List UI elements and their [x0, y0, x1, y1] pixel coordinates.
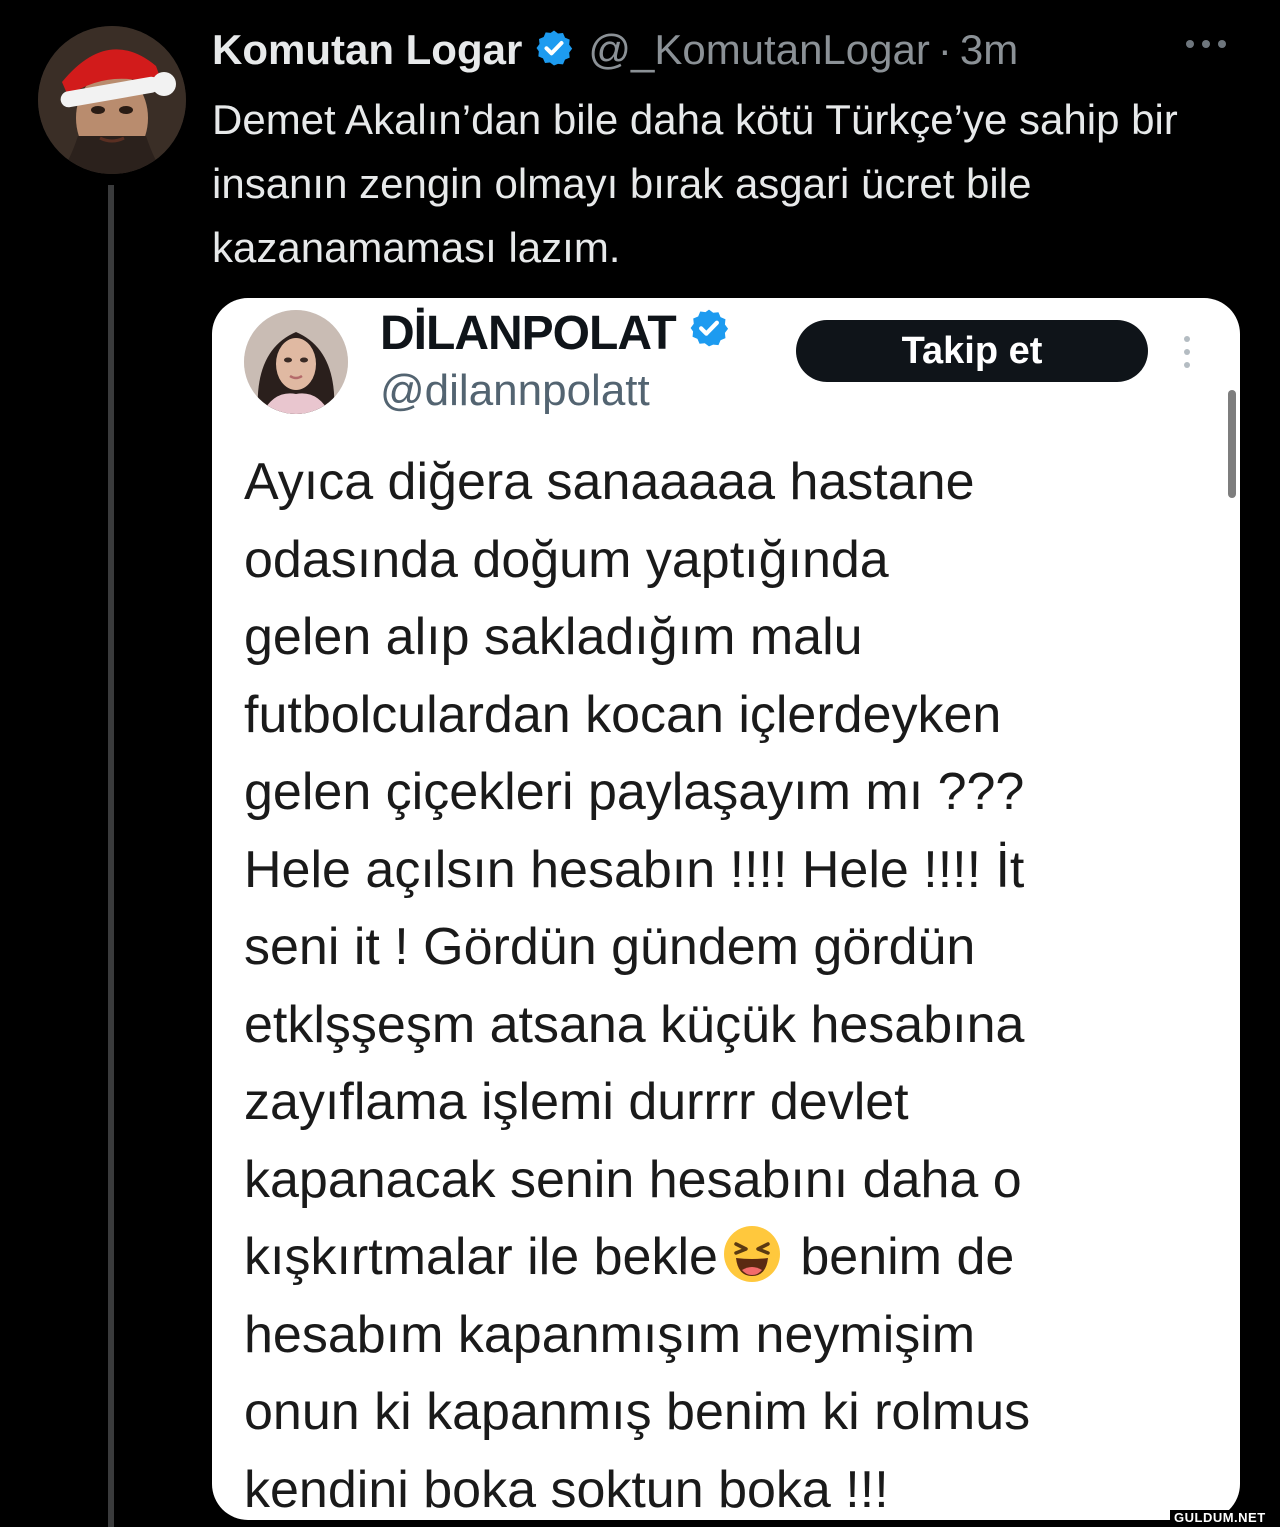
quoted-tweet-card[interactable]: DİLANPOLAT @dilannpolatt Takip et Ayıca … [212, 298, 1240, 1520]
timestamp[interactable]: 3m [960, 26, 1018, 74]
watermark: GULDUM.NET [1170, 1510, 1270, 1525]
tweet-header: Komutan Logar @_KomutanLogar · 3m [212, 22, 1018, 78]
quoted-author-avatar[interactable] [244, 310, 348, 414]
more-options-icon[interactable] [1186, 40, 1226, 48]
quoted-tweet-text: Ayıca diğera sanaaaaa hastane odasında d… [244, 444, 1204, 1520]
quoted-verified-badge-icon [688, 306, 730, 361]
author-name[interactable]: Komutan Logar [212, 26, 522, 74]
laughing-face-emoji-icon [722, 1224, 782, 1284]
verified-badge-icon [534, 28, 574, 73]
thread-connector-line [108, 185, 114, 1527]
follow-button[interactable]: Takip et [796, 320, 1148, 382]
quoted-more-options-icon[interactable] [1184, 336, 1190, 368]
quoted-author-handle[interactable]: @dilannpolatt [380, 366, 650, 416]
scrollbar[interactable] [1228, 390, 1236, 498]
quoted-author-name-row: DİLANPOLAT [380, 306, 730, 361]
quoted-text-part-1: Ayıca diğera sanaaaaa hastane odasında d… [244, 453, 1025, 1286]
dot-separator: · [937, 26, 952, 73]
tweet-text: Demet Akalın’dan bile daha kötü Türkçe’y… [212, 96, 1178, 271]
author-avatar[interactable] [38, 26, 186, 174]
author-handle[interactable]: @_KomutanLogar [588, 26, 930, 74]
quoted-author-name[interactable]: DİLANPOLAT [380, 306, 677, 361]
